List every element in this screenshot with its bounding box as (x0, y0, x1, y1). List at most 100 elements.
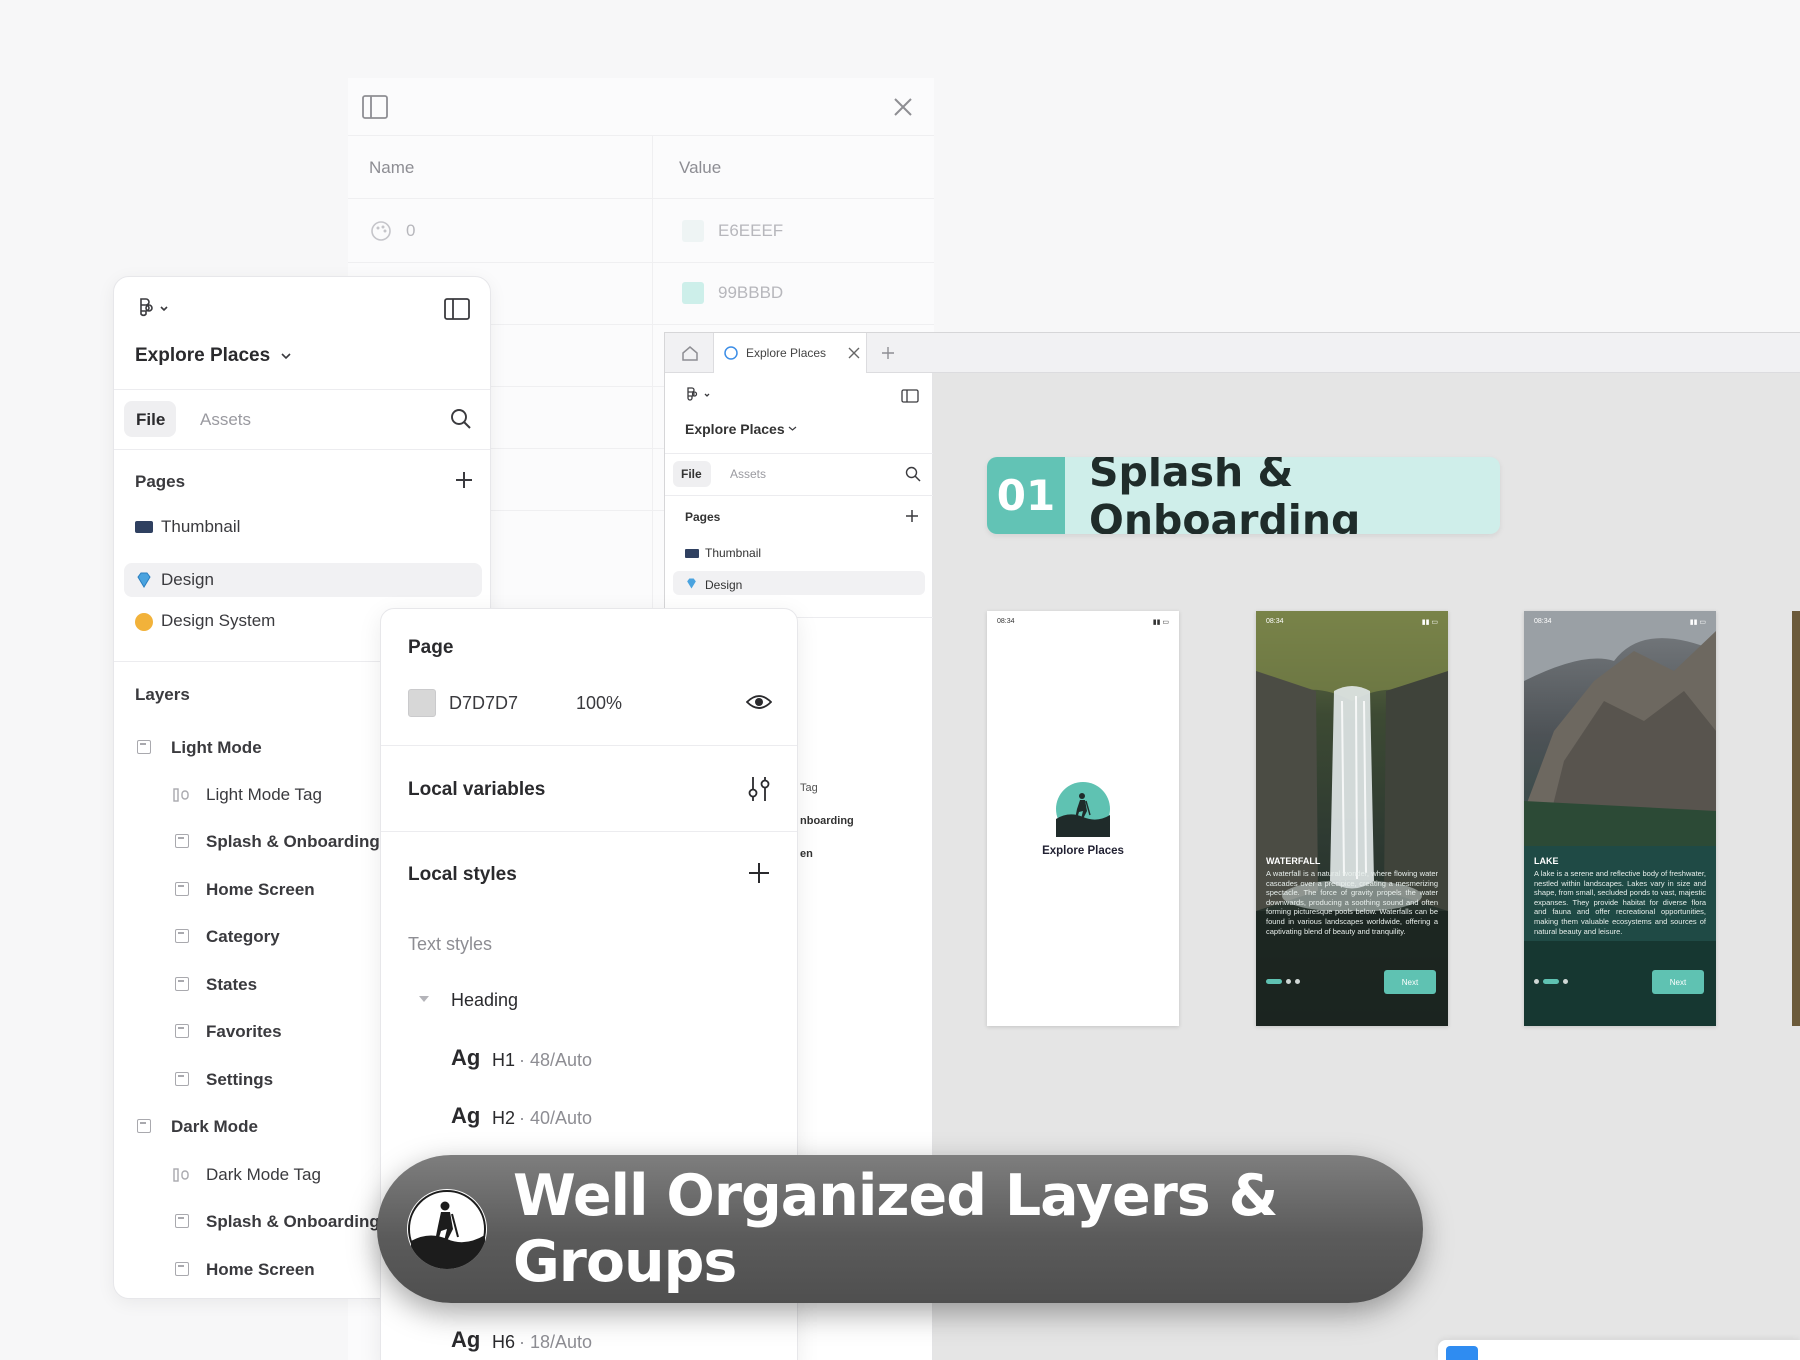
column-name-header[interactable]: Name (369, 158, 414, 178)
page-opacity-value[interactable]: 100% (576, 693, 622, 714)
pages-heading: Pages (685, 510, 721, 524)
frame-icon (175, 1024, 189, 1038)
status-bar: 08:34 ▮▮ ▭ (997, 618, 1169, 626)
frame-icon (175, 1262, 189, 1276)
lake-photo (1524, 611, 1716, 1026)
variables-header (348, 78, 934, 136)
eye-icon[interactable] (746, 693, 772, 711)
text-style-h1[interactable]: Ag H1 · 48/Auto (381, 1033, 797, 1087)
screen-description: A waterfall is a natural wonder, where f… (1266, 869, 1438, 936)
search-icon[interactable] (905, 466, 921, 482)
variable-row-value[interactable]: 99BBBD (682, 282, 783, 304)
tab-assets[interactable]: Assets (730, 467, 766, 481)
pagination-dots (1266, 979, 1300, 984)
text-style-h6[interactable]: Ag H6 · 18/Auto (381, 1315, 797, 1360)
sidebar-toggle-icon[interactable] (362, 95, 388, 119)
pagination-dots (1534, 979, 1568, 984)
section-label[interactable]: 01 Splash & Onboarding (987, 457, 1500, 534)
sidebar-toggle-icon[interactable] (901, 389, 919, 403)
project-name[interactable]: Explore Places (685, 421, 785, 437)
close-tab-icon[interactable] (848, 347, 860, 359)
screen-splash[interactable]: 08:34 ▮▮ ▭ Explore Places (987, 611, 1179, 1026)
browser-tab[interactable]: Explore Places (713, 333, 867, 373)
screen-lake[interactable]: 08:34 ▮▮ ▭ LAKE A lake is a serene and re… (1524, 611, 1716, 1026)
add-style-icon[interactable] (748, 862, 770, 884)
status-bar: 08:34 ▮▮ ▭ (1266, 618, 1438, 626)
hiker-icon (408, 1190, 486, 1269)
add-page-icon[interactable] (905, 509, 919, 523)
tab-assets[interactable]: Assets (200, 410, 251, 430)
color-swatch (682, 282, 704, 304)
variable-row-value[interactable]: E6EEEF (682, 220, 783, 242)
layers-heading: Layers (135, 685, 190, 704)
next-button[interactable]: Next (1384, 970, 1436, 994)
page-item-thumbnail[interactable]: Thumbnail (114, 507, 490, 547)
screen-title: WATERFALL (1266, 856, 1321, 866)
style-group-heading[interactable]: Heading (451, 990, 518, 1011)
feature-banner: Well Organized Layers & Groups (377, 1155, 1423, 1303)
sidebar-toggle-icon[interactable] (444, 298, 470, 320)
hiker-logo (407, 1189, 487, 1269)
bottom-toolbar (1438, 1340, 1800, 1360)
search-icon[interactable] (450, 408, 472, 430)
waterfall-photo (1256, 611, 1448, 1026)
auto-layout-icon (173, 788, 189, 802)
app-logo (1056, 782, 1110, 837)
chevron-down-icon[interactable] (788, 425, 797, 432)
section-title: Splash & Onboarding (1089, 457, 1361, 534)
screen-partial (1792, 611, 1800, 1026)
screen-title: LAKE (1534, 856, 1559, 866)
home-icon[interactable] (681, 344, 699, 362)
gem-icon (687, 578, 696, 589)
palette-icon (135, 613, 153, 631)
project-name[interactable]: Explore Places (135, 345, 270, 367)
laptop-icon (685, 549, 699, 558)
local-styles-label: Local styles (408, 864, 517, 885)
move-tool-button[interactable] (1446, 1346, 1478, 1360)
close-icon[interactable] (892, 96, 914, 118)
frame-icon (175, 1072, 189, 1086)
frame-icon (175, 834, 189, 848)
frame-icon (175, 882, 189, 896)
banner-headline: Well Organized Layers & Groups (513, 1163, 1278, 1295)
text-styles-heading: Text styles (408, 934, 493, 954)
screen-waterfall[interactable]: 08:34 ▮▮ ▭ WATERFALL A waterfall is a nat… (1256, 611, 1448, 1026)
figma-menu-icon[interactable] (136, 297, 172, 321)
collapse-triangle-icon[interactable] (417, 994, 431, 1004)
frame-icon (175, 977, 189, 991)
laptop-icon (135, 521, 153, 533)
status-bar: 08:34 ▮▮ ▭ (1534, 618, 1706, 626)
frame-icon (137, 740, 151, 754)
color-swatch (682, 220, 704, 242)
frame-icon (137, 1119, 151, 1133)
layer-partial[interactable]: en (800, 848, 813, 860)
column-value-header[interactable]: Value (679, 158, 721, 178)
add-page-icon[interactable] (454, 470, 474, 490)
color-variable-icon (371, 221, 391, 241)
page-item-design[interactable]: Design (124, 563, 482, 597)
text-style-h2[interactable]: Ag H2 · 40/Auto (381, 1091, 797, 1145)
page-item-thumbnail[interactable]: Thumbnail (705, 546, 761, 560)
local-variables-label[interactable]: Local variables (408, 779, 545, 801)
section-number: 01 (987, 457, 1065, 534)
pages-heading: Pages (135, 472, 186, 491)
layer-partial[interactable]: nboarding (800, 815, 854, 827)
screen-description: A lake is a serene and reflective body o… (1534, 869, 1706, 936)
frame-icon (175, 929, 189, 943)
figma-menu-icon[interactable] (685, 387, 715, 405)
tab-bar: Explore Places (665, 333, 1800, 373)
variables-adjust-icon[interactable] (747, 775, 771, 803)
chevron-down-icon[interactable] (280, 351, 292, 361)
page-section-heading: Page (408, 637, 454, 658)
page-color-swatch[interactable] (408, 689, 436, 717)
variable-row-name[interactable]: 0 (370, 220, 415, 242)
layer-partial[interactable]: Tag (800, 782, 818, 794)
gem-icon (137, 572, 151, 588)
tab-file-label: File (136, 410, 166, 429)
figma-file-icon (724, 346, 738, 360)
frame-icon (175, 1214, 189, 1228)
next-button[interactable]: Next (1652, 970, 1704, 994)
page-color-value[interactable]: D7D7D7 (449, 693, 518, 714)
new-tab-icon[interactable] (881, 346, 895, 360)
auto-layout-icon (173, 1168, 189, 1182)
